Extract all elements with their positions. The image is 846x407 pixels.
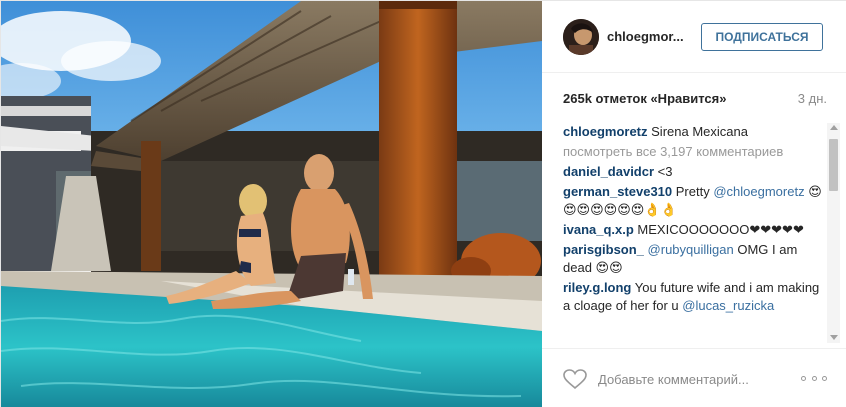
more-options-icon[interactable] (801, 371, 827, 385)
likes-count[interactable]: 265k отметок «Нравится» (563, 91, 726, 106)
follow-button[interactable]: ПОДПИСАТЬСЯ (701, 23, 823, 51)
comment-username[interactable]: ivana_q.x.p (563, 222, 634, 237)
comment-item: riley.g.long You future wife and i am ma… (563, 279, 825, 315)
caption: chloegmoretz Sirena Mexicana (563, 123, 825, 141)
avatar-image (563, 19, 599, 55)
mention-link[interactable]: @lucas_ruzicka (682, 298, 774, 313)
post-meta: 265k отметок «Нравится» 3 дн. (563, 89, 827, 109)
avatar[interactable] (563, 19, 599, 55)
username-link[interactable]: chloegmor... (607, 29, 684, 44)
post-side-panel: chloegmor... ПОДПИСАТЬСЯ 265k отметок «Н… (542, 1, 846, 407)
caption-text: Sirena Mexicana (651, 124, 748, 139)
mention-link[interactable]: @chloegmoretz (713, 184, 804, 199)
post-photo[interactable] (1, 1, 542, 407)
more-dot (822, 375, 827, 381)
comment-item: ivana_q.x.p MEXICOOOOOOO❤❤❤❤❤ (563, 221, 825, 239)
more-dot (811, 375, 817, 381)
scrollbar-thumb[interactable] (829, 139, 838, 191)
mention-link[interactable]: @rubyquilligan (648, 242, 734, 257)
post-header: chloegmor... ПОДПИСАТЬСЯ (542, 1, 846, 73)
comments-scrollbar[interactable] (827, 123, 840, 343)
comment-username[interactable]: riley.g.long (563, 280, 631, 295)
instagram-post: chloegmor... ПОДПИСАТЬСЯ 265k отметок «Н… (0, 0, 846, 407)
heart-icon[interactable] (562, 368, 588, 390)
comment-text: <3 (654, 164, 673, 179)
comment-item: parisgibson_ @rubyquilligan OMG I am dea… (563, 241, 825, 277)
post-footer (542, 348, 846, 407)
pool-scene-image (1, 1, 542, 407)
comment-text: MEXICOOOOOOO❤❤❤❤❤ (633, 222, 804, 237)
comment-username[interactable]: chloegmoretz (563, 124, 648, 139)
more-dot (801, 375, 806, 381)
comments-list[interactable]: chloegmoretz Sirena Mexicana посмотреть … (563, 123, 825, 343)
post-time[interactable]: 3 дн. (798, 91, 827, 106)
comment-text: Pretty (672, 184, 714, 199)
comment-username[interactable]: daniel_davidcr (563, 164, 654, 179)
comment-item: german_steve310 Pretty @chloegmoretz 😍😍😍… (563, 183, 825, 219)
view-all-comments-link[interactable]: посмотреть все 3,197 комментариев (563, 143, 825, 161)
add-comment-input[interactable] (598, 368, 798, 390)
scroll-down-arrow-icon[interactable] (830, 335, 838, 340)
scroll-up-arrow-icon[interactable] (830, 125, 838, 130)
comment-text: Sirena Mexicana (651, 124, 748, 139)
comment-username[interactable]: parisgibson_ (563, 242, 644, 257)
comment-item: daniel_davidcr <3 (563, 163, 825, 181)
comment-username[interactable]: german_steve310 (563, 184, 672, 199)
